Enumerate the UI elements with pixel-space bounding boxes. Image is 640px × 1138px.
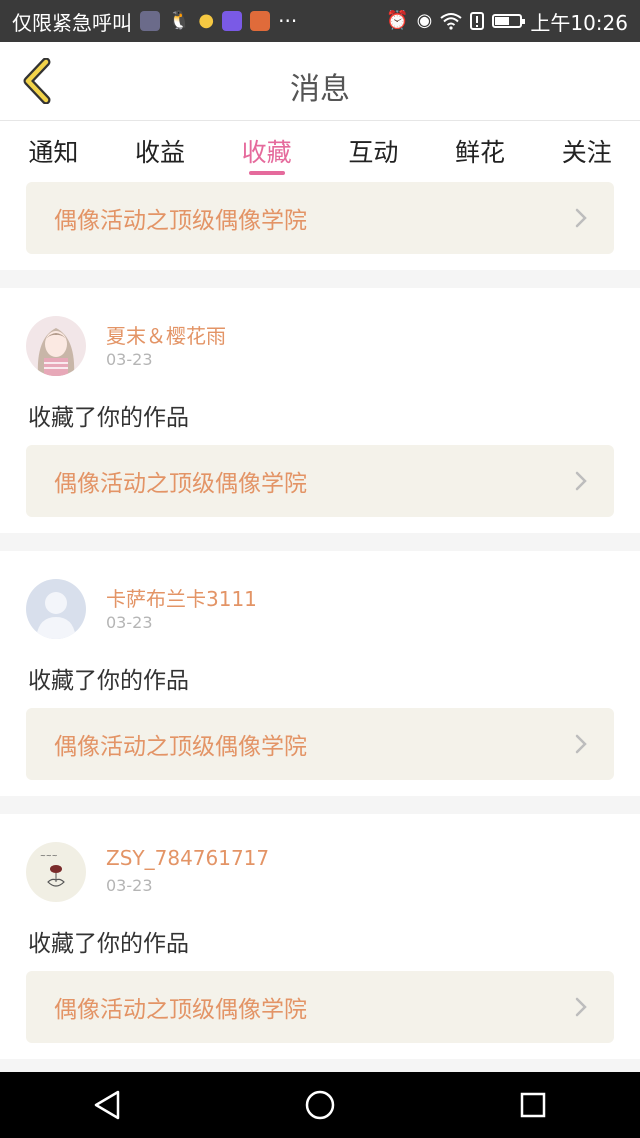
active-tab-indicator <box>248 171 285 175</box>
shield-app-icon <box>140 11 160 31</box>
triangle-back-icon <box>94 1090 119 1120</box>
message-card: 偶像活动之顶级偶像学院 <box>0 179 640 270</box>
carrier-text: 仅限紧急呼叫 <box>12 10 132 35</box>
tab-label: 鲜花 <box>455 138 506 167</box>
action-text: 收藏了你的作品 <box>28 931 189 957</box>
work-title: 偶像活动之顶级偶像学院 <box>54 208 307 234</box>
work-title: 偶像活动之顶级偶像学院 <box>54 471 307 497</box>
nav-home-button[interactable] <box>290 1080 350 1130</box>
bulb-icon: ● <box>198 10 215 31</box>
chevron-right-icon <box>575 208 587 228</box>
circle-home-icon <box>305 1090 335 1120</box>
message-date: 03-23 <box>106 350 153 369</box>
chevron-right-icon <box>575 997 587 1017</box>
username[interactable]: 卡萨布兰卡3111 <box>106 583 257 612</box>
svg-text:~~~: ~~~ <box>40 852 58 860</box>
user-avatar[interactable]: ~~~ <box>26 842 86 902</box>
work-link[interactable]: 偶像活动之顶级偶像学院 <box>26 971 614 1043</box>
tab-flowers[interactable]: 鲜花 <box>427 121 534 179</box>
anime-girl-avatar-icon <box>26 316 86 376</box>
clock-text: 上午10:26 <box>530 10 628 35</box>
nav-recents-button[interactable] <box>503 1080 563 1130</box>
wifi-icon <box>440 13 462 30</box>
music-app-icon <box>222 11 243 31</box>
sketch-avatar-icon: ~~~ <box>26 842 86 902</box>
message-date: 03-23 <box>106 613 153 632</box>
tab-interactions[interactable]: 互动 <box>320 121 427 179</box>
page-title: 消息 <box>290 72 350 107</box>
more-notifications-icon: ··· <box>278 9 298 33</box>
tab-label: 收益 <box>135 138 186 167</box>
work-link[interactable]: 偶像活动之顶级偶像学院 <box>26 708 614 780</box>
tab-favorites[interactable]: 收藏 <box>213 121 320 179</box>
tab-label: 关注 <box>561 138 612 167</box>
nav-back-button[interactable] <box>77 1080 137 1130</box>
square-recents-icon <box>521 1092 546 1118</box>
user-avatar[interactable] <box>26 316 86 376</box>
work-link[interactable]: 偶像活动之顶级偶像学院 <box>26 445 614 517</box>
battery-icon <box>492 14 526 28</box>
tab-earnings[interactable]: 收益 <box>107 121 214 179</box>
action-text: 收藏了你的作品 <box>28 668 189 694</box>
message-date: 03-23 <box>106 876 153 895</box>
tab-bar: 通知 收益 收藏 互动 鲜花 关注 <box>0 121 640 179</box>
qq-penguin-icon: 🐧 <box>168 10 191 31</box>
app-header: 消息 <box>0 42 640 121</box>
work-link[interactable]: 偶像活动之顶级偶像学院 <box>26 182 614 254</box>
tab-follows[interactable]: 关注 <box>533 121 640 179</box>
tab-label: 通知 <box>28 138 79 167</box>
chevron-right-icon <box>575 471 587 491</box>
work-title: 偶像活动之顶级偶像学院 <box>54 734 307 760</box>
status-bar: 仅限紧急呼叫 🐧 ● ··· ⏰ ◉ 上午10:26 <box>0 0 640 42</box>
action-text: 收藏了你的作品 <box>28 405 189 431</box>
message-card: ~~~ ZSY_784761717 03-23 收藏了你的作品 偶像活动之顶级偶… <box>0 814 640 1059</box>
alarm-icon: ⏰ <box>386 10 409 31</box>
system-nav-bar <box>0 1072 640 1138</box>
user-avatar[interactable] <box>26 579 86 639</box>
status-right: ⏰ ◉ 上午10:26 <box>386 7 628 36</box>
tab-notifications[interactable]: 通知 <box>0 121 107 179</box>
video-app-icon <box>250 11 271 31</box>
username[interactable]: 夏末＆樱花雨 <box>106 320 226 349</box>
username[interactable]: ZSY_784761717 <box>106 846 269 870</box>
chevron-right-icon <box>575 734 587 754</box>
eye-icon: ◉ <box>416 10 433 31</box>
message-feed[interactable]: 偶像活动之顶级偶像学院 夏末＆樱花雨 03-23 收藏了你的作品 偶像活动之顶级… <box>0 179 640 1072</box>
default-user-avatar-icon <box>26 579 86 639</box>
sim-alert-icon <box>470 12 485 30</box>
work-title: 偶像活动之顶级偶像学院 <box>54 997 307 1023</box>
message-card: 夏末＆樱花雨 03-23 收藏了你的作品 偶像活动之顶级偶像学院 <box>0 288 640 533</box>
tab-label: 收藏 <box>241 138 292 167</box>
message-card: 卡萨布兰卡3111 03-23 收藏了你的作品 偶像活动之顶级偶像学院 <box>0 551 640 796</box>
status-left: 仅限紧急呼叫 🐧 ● ··· <box>12 7 297 36</box>
tab-label: 互动 <box>348 138 399 167</box>
